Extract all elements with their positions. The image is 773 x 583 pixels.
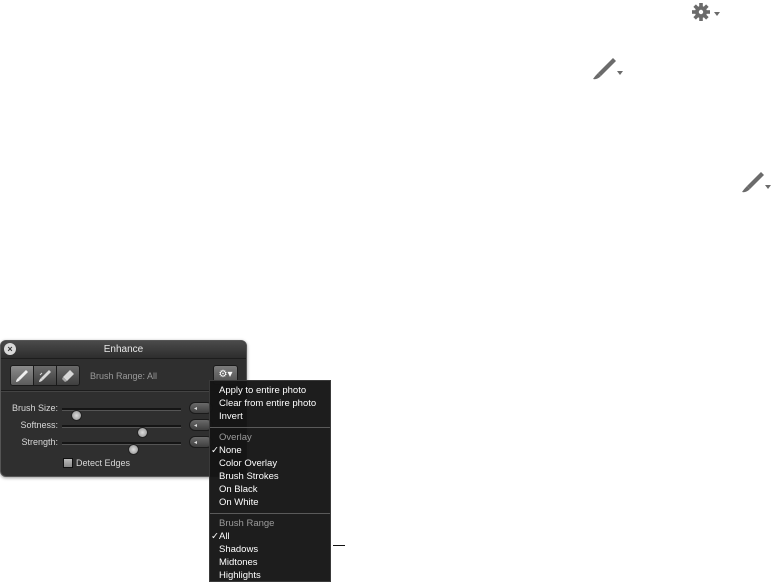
menu-item-label: All (219, 531, 230, 542)
brush-icon (16, 369, 28, 382)
menu-separator (210, 427, 330, 428)
menu-item-apply[interactable]: Apply to entire photo (210, 384, 330, 397)
brush-size-label: Brush Size: (11, 403, 58, 413)
menu-item-label: Clear from entire photo (219, 398, 317, 409)
menu-item-label: Midtones (219, 557, 258, 568)
menu-item-range-all[interactable]: ✓ All (210, 530, 330, 543)
softness-slider[interactable] (62, 425, 181, 438)
menu-item-label: None (219, 445, 242, 456)
menu-item-label: Apply to entire photo (219, 385, 307, 396)
detect-edges-label: Detect Edges (76, 458, 131, 468)
menu-item-label: Invert (219, 411, 243, 422)
menu-item-overlay-none[interactable]: ✓ None (210, 444, 330, 457)
slider-thumb[interactable] (128, 444, 140, 455)
detect-edges-option[interactable]: Detect Edges (63, 458, 130, 468)
brush-tool-group (10, 365, 80, 386)
menu-separator (210, 513, 330, 514)
checkmark-icon: ✓ (211, 531, 219, 542)
menu-item-label: On White (219, 497, 259, 508)
menu-item-invert[interactable]: Invert (210, 410, 330, 423)
menu-item-label: Highlights (219, 570, 261, 581)
menu-item-color-overlay[interactable]: Color Overlay (210, 457, 330, 470)
menu-item-clear[interactable]: Clear from entire photo (210, 397, 330, 410)
strength-slider[interactable] (62, 442, 181, 455)
gear-icon: ⚙▾ (218, 369, 233, 380)
eraser-icon (62, 369, 74, 382)
feather-brush-icon (39, 369, 51, 382)
menu-item-label: Shadows (219, 544, 259, 555)
menu-item-brush-strokes[interactable]: Brush Strokes (210, 470, 330, 483)
brush-options-menu: Apply to entire photo Clear from entire … (209, 380, 331, 582)
gear-menu-icon[interactable] (688, 0, 724, 24)
feather-tool-button[interactable] (34, 366, 57, 385)
menu-item-label: Brush Strokes (219, 471, 279, 482)
callout-line (333, 545, 345, 546)
menu-item-shadows[interactable]: Shadows (210, 543, 330, 556)
menu-item-on-black[interactable]: On Black (210, 483, 330, 496)
menu-item-on-white[interactable]: On White (210, 496, 330, 509)
brush-menu-icon[interactable] (591, 56, 627, 82)
window-title: Enhance (103, 344, 144, 355)
menu-item-label: Color Overlay (219, 458, 278, 469)
softness-label: Softness: (20, 420, 58, 430)
menu-item-highlights[interactable]: Highlights (210, 569, 330, 582)
brush-range-header: Brush Range (219, 518, 275, 529)
close-icon[interactable]: × (4, 343, 16, 355)
overlay-header: Overlay (219, 432, 252, 443)
brush-range-label: Brush Range: All (90, 371, 158, 381)
menu-item-label: On Black (219, 484, 258, 495)
menu-item-midtones[interactable]: Midtones (210, 556, 330, 569)
eraser-tool-button[interactable] (57, 366, 79, 385)
brush-tool-button[interactable] (11, 366, 34, 385)
hud-title-bar: × Enhance (1, 341, 246, 359)
brush-menu-icon[interactable] (741, 168, 773, 198)
brush-size-slider[interactable] (62, 408, 181, 421)
detect-edges-checkbox[interactable] (63, 458, 73, 468)
strength-label: Strength: (21, 437, 58, 447)
checkmark-icon: ✓ (211, 445, 219, 456)
